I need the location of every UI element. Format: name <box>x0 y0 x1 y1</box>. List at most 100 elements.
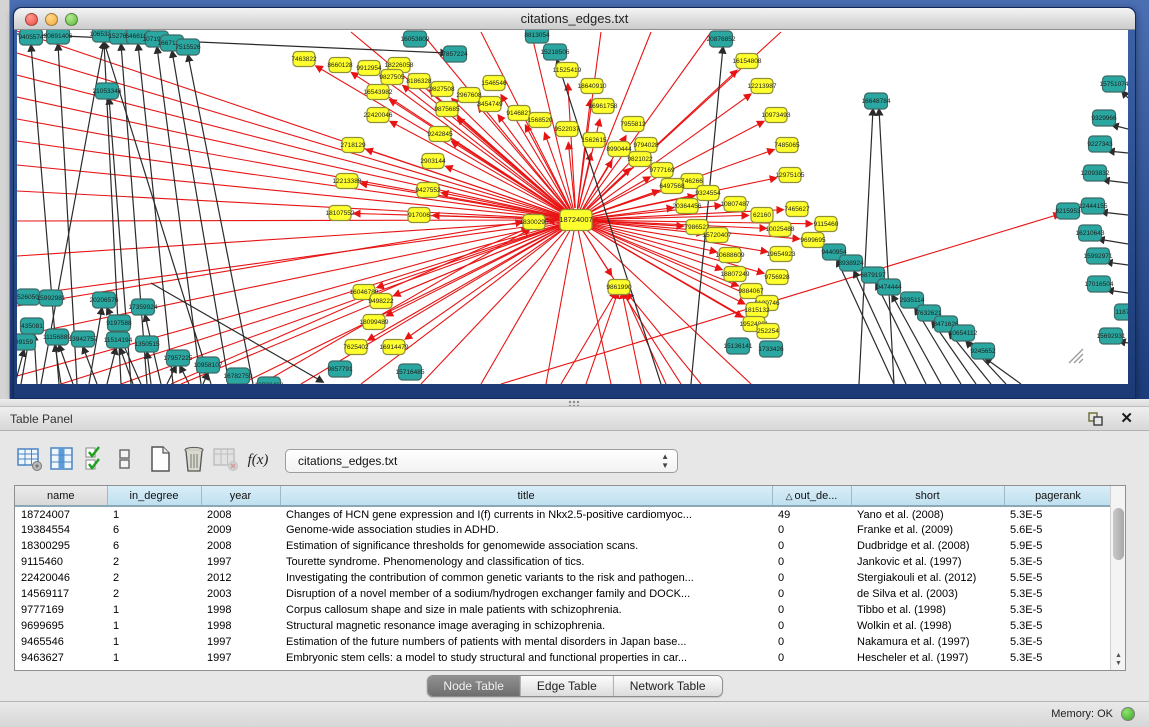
table-cell[interactable]: 49 <box>772 506 851 522</box>
table-cell[interactable]: 2008 <box>201 506 280 522</box>
table-cell[interactable]: 2003 <box>201 586 280 602</box>
column-header-pagerank[interactable]: pagerank <box>1004 486 1112 506</box>
table-cell[interactable]: 5.9E-5 <box>1004 538 1112 554</box>
table-cell[interactable]: Corpus callosum shape and size in male p… <box>280 602 772 618</box>
table-cell[interactable]: 5.3E-5 <box>1004 650 1112 666</box>
table-cell[interactable]: 1 <box>107 650 201 666</box>
table-cell[interactable]: 19384554 <box>15 522 107 538</box>
table-cell[interactable]: Embryonic stem cells: a model to study s… <box>280 650 772 666</box>
table-cell[interactable]: 6 <box>107 522 201 538</box>
table-mode-button[interactable] <box>16 445 44 475</box>
table-cell[interactable]: 2 <box>107 570 201 586</box>
vertical-scrollbar[interactable]: ▲▼ <box>1110 486 1125 670</box>
citation-network-graph[interactable]: 9405574206914061065328715276026466160107… <box>17 30 1128 384</box>
table-cell[interactable]: Jankovic et al. (1997) <box>851 554 1004 570</box>
table-cell[interactable]: de Silva et al. (2003) <box>851 586 1004 602</box>
table-cell[interactable]: Wolkin et al. (1998) <box>851 618 1004 634</box>
table-cell[interactable]: 1 <box>107 602 201 618</box>
table-cell[interactable]: Dudbridge et al. (2008) <box>851 538 1004 554</box>
table-cell[interactable]: 5.6E-5 <box>1004 522 1112 538</box>
table-cell[interactable]: 0 <box>772 554 851 570</box>
table-cell[interactable]: 14569117 <box>15 586 107 602</box>
table-cell[interactable]: 0 <box>772 538 851 554</box>
network-canvas[interactable]: 9405574206914061065328715276026466160107… <box>17 30 1128 384</box>
table-cell[interactable]: Changes of HCN gene expression and I(f) … <box>280 506 772 522</box>
table-row[interactable]: 977716911998Corpus callosum shape and si… <box>15 602 1112 618</box>
table-cell[interactable]: 0 <box>772 522 851 538</box>
column-header-name[interactable]: name <box>15 486 107 506</box>
table-cell[interactable]: Hescheler et al. (1997) <box>851 650 1004 666</box>
table-cell[interactable]: Yano et al. (2008) <box>851 506 1004 522</box>
table-cell[interactable]: 2009 <box>201 522 280 538</box>
column-header-title[interactable]: title <box>280 486 772 506</box>
table-cell[interactable]: 18300295 <box>15 538 107 554</box>
table-cell[interactable]: 1 <box>107 506 201 522</box>
tab-network-table[interactable]: Network Table <box>614 676 722 696</box>
row-height-button[interactable] <box>116 445 134 475</box>
table-cell[interactable]: 5.3E-5 <box>1004 634 1112 650</box>
table-row[interactable]: 969969511998Structural magnetic resonanc… <box>15 618 1112 634</box>
table-row[interactable]: 911546021997Tourette syndrome. Phenomeno… <box>15 554 1112 570</box>
show-column-button[interactable] <box>48 445 76 475</box>
table-row[interactable]: 946554611997Estimation of the future num… <box>15 634 1112 650</box>
column-header-short[interactable]: short <box>851 486 1004 506</box>
table-row[interactable]: 1456911722003Disruption of a novel membe… <box>15 586 1112 602</box>
table-cell[interactable]: 5.3E-5 <box>1004 506 1112 522</box>
table-cell[interactable]: 0 <box>772 602 851 618</box>
table-cell[interactable]: 0 <box>772 618 851 634</box>
table-cell[interactable]: Tourette syndrome. Phenomenology and cla… <box>280 554 772 570</box>
table-row[interactable]: 1872400712008Changes of HCN gene express… <box>15 506 1112 522</box>
table-cell[interactable]: 2 <box>107 586 201 602</box>
column-header-in_degree[interactable]: in_degree <box>107 486 201 506</box>
split-pane-divider[interactable] <box>0 399 1149 407</box>
table-selector-dropdown[interactable]: citations_edges.txt ▲▼ <box>285 449 678 473</box>
table-cell[interactable]: Estimation of significance thresholds fo… <box>280 538 772 554</box>
table-cell[interactable]: 1 <box>107 634 201 650</box>
new-table-button[interactable] <box>146 445 174 475</box>
scrollbar-arrows[interactable]: ▲▼ <box>1111 652 1126 668</box>
function-builder-button[interactable]: f(x) <box>244 445 272 475</box>
table-cell[interactable]: 2012 <box>201 570 280 586</box>
table-cell[interactable]: 9465546 <box>15 634 107 650</box>
table-cell[interactable]: 2008 <box>201 538 280 554</box>
table-cell[interactable]: 1 <box>107 618 201 634</box>
table-cell[interactable]: 5.3E-5 <box>1004 554 1112 570</box>
table-cell[interactable]: Structural magnetic resonance image aver… <box>280 618 772 634</box>
table-cell[interactable]: 0 <box>772 634 851 650</box>
table-cell[interactable]: 18724007 <box>15 506 107 522</box>
divider-grip-icon[interactable] <box>568 400 580 406</box>
table-cell[interactable]: 9115460 <box>15 554 107 570</box>
table-cell[interactable]: 0 <box>772 650 851 666</box>
table-cell[interactable]: 2 <box>107 554 201 570</box>
table-cell[interactable]: Nakamura et al. (1997) <box>851 634 1004 650</box>
float-panel-button[interactable] <box>1087 411 1105 427</box>
table-cell[interactable]: 1998 <box>201 618 280 634</box>
select-columns-button[interactable] <box>82 445 110 475</box>
table-cell[interactable]: 1997 <box>201 650 280 666</box>
table-cell[interactable]: 0 <box>772 570 851 586</box>
table-row[interactable]: 1938455462009Genome-wide association stu… <box>15 522 1112 538</box>
table-cell[interactable]: 5.5E-5 <box>1004 570 1112 586</box>
table-cell[interactable]: 1997 <box>201 634 280 650</box>
table-cell[interactable]: 5.3E-5 <box>1004 618 1112 634</box>
table-cell[interactable]: 1997 <box>201 554 280 570</box>
table-cell[interactable]: Tibbo et al. (1998) <box>851 602 1004 618</box>
table-cell[interactable]: Stergiakouli et al. (2012) <box>851 570 1004 586</box>
table-row[interactable]: 2242004622012Investigating the contribut… <box>15 570 1112 586</box>
table-cell[interactable]: 6 <box>107 538 201 554</box>
column-header-year[interactable]: year <box>201 486 280 506</box>
memory-status-indicator[interactable] <box>1121 707 1135 721</box>
table-cell[interactable]: 9699695 <box>15 618 107 634</box>
tab-edge-table[interactable]: Edge Table <box>521 676 614 696</box>
table-cell[interactable]: Genome-wide association studies in ADHD. <box>280 522 772 538</box>
canvas-resize-grip[interactable] <box>1069 349 1083 363</box>
network-view-titlebar[interactable]: citations_edges.txt <box>14 8 1135 30</box>
table-cell[interactable]: Disruption of a novel member of a sodium… <box>280 586 772 602</box>
close-panel-button[interactable]: ✕ <box>1120 409 1133 427</box>
table-row[interactable]: 946362711997Embryonic stem cells: a mode… <box>15 650 1112 666</box>
table-cell[interactable]: Estimation of the future numbers of pati… <box>280 634 772 650</box>
table-cell[interactable]: 5.3E-5 <box>1004 602 1112 618</box>
scrollbar-thumb[interactable] <box>1113 508 1124 560</box>
delete-table-button[interactable] <box>180 445 208 475</box>
table-cell[interactable]: Investigating the contribution of common… <box>280 570 772 586</box>
